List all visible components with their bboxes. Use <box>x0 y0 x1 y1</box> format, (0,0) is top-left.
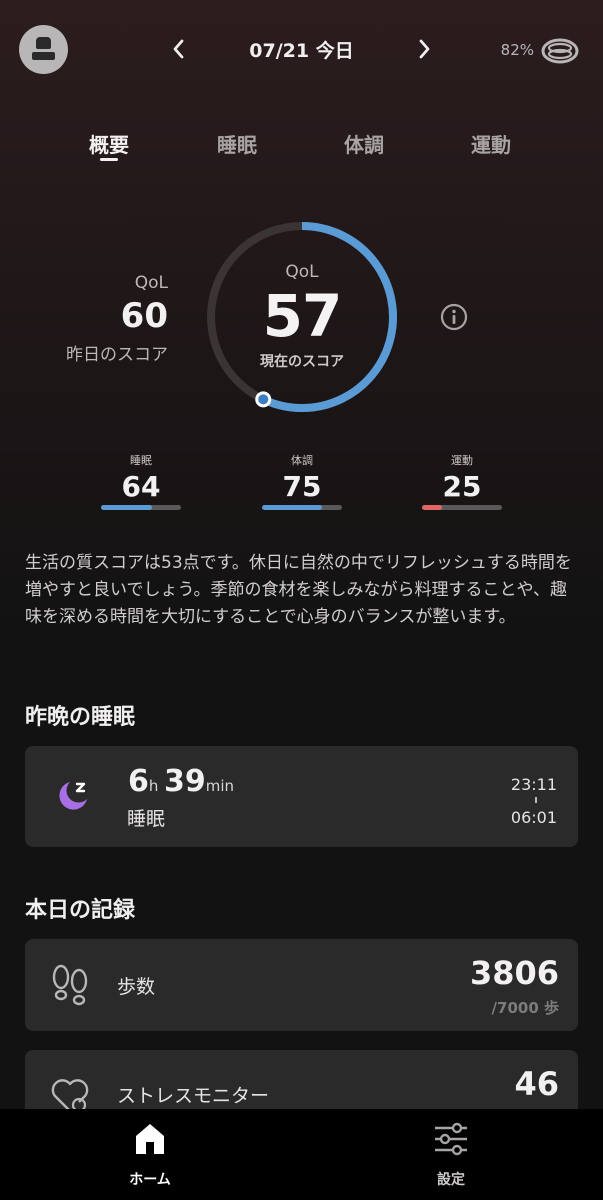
tab-condition[interactable]: 体調 <box>344 129 384 158</box>
subscore-value: 64 <box>121 470 161 503</box>
subscore-sleep[interactable]: 睡眠 64 <box>101 452 181 510</box>
yesterday-score-label: 昨日のスコア <box>66 345 168 365</box>
active-tab-indicator <box>100 158 118 161</box>
advice-text: 生活の質スコアは53点です。休日に自然の中でリフレッシュする時間を増やすと良いで… <box>25 553 572 627</box>
battery-level: 82% <box>500 41 534 59</box>
yesterday-score: 60 <box>120 296 168 336</box>
subscore-condition[interactable]: 体調 75 <box>262 452 342 510</box>
steps-value: 3806 <box>469 954 559 992</box>
sleep-hours-unit: h <box>148 777 159 795</box>
prev-day-button[interactable] <box>164 34 194 64</box>
yesterday-qol-label: QoL <box>134 273 168 293</box>
sleep-duration: 6h 39min <box>128 764 234 799</box>
records-section-title: 本日の記録 <box>25 898 136 923</box>
home-icon <box>136 1124 164 1154</box>
steps-label: 歩数 <box>117 976 156 998</box>
current-score-label: 現在のスコア <box>260 354 344 370</box>
sliders-icon <box>435 1122 467 1156</box>
subscore-bar <box>422 505 502 510</box>
sleep-section-title: 昨晩の睡眠 <box>25 705 136 730</box>
subscore-bar-fill <box>101 505 153 510</box>
current-qol-label: QoL <box>285 262 319 282</box>
sleep-time-divider <box>535 797 537 803</box>
user-avatar[interactable] <box>19 25 68 74</box>
subscore-label: 睡眠 <box>130 454 152 467</box>
subscore-bar-fill <box>422 505 442 510</box>
steps-target: /7000 歩 <box>491 999 559 1017</box>
sleep-end-time: 06:01 <box>510 808 557 827</box>
chevron-left-icon <box>173 39 184 59</box>
info-icon[interactable] <box>440 303 468 331</box>
sleep-label: 睡眠 <box>127 808 166 830</box>
current-score: 57 <box>262 282 343 350</box>
subscore-bar <box>262 505 342 510</box>
tab-exercise[interactable]: 運動 <box>471 129 511 158</box>
tab-sleep[interactable]: 睡眠 <box>217 129 257 158</box>
nav-home-label: ホーム <box>129 1172 171 1188</box>
chevron-right-icon <box>419 39 430 59</box>
sleep-minutes-unit: min <box>205 777 235 795</box>
nav-settings[interactable]: 設定 <box>391 1109 511 1200</box>
tab-overview[interactable]: 概要 <box>89 129 129 158</box>
moon-zz-icon <box>55 778 91 814</box>
nav-settings-label: 設定 <box>437 1172 465 1188</box>
subscore-value: 75 <box>282 470 322 503</box>
subscore-exercise[interactable]: 運動 25 <box>422 452 502 510</box>
subscore-value: 25 <box>442 470 482 503</box>
avatar-head <box>36 37 51 49</box>
subscore-label: 運動 <box>451 454 473 467</box>
nav-home[interactable]: ホーム <box>90 1109 210 1200</box>
gauge-knob-center <box>258 394 269 405</box>
subscore-bar-fill <box>262 505 322 510</box>
sleep-minutes: 39 <box>163 764 206 799</box>
subscore-label: 体調 <box>291 454 313 467</box>
date-label[interactable]: 07/21 今日 <box>200 36 403 63</box>
sleep-start-time: 23:11 <box>510 775 557 794</box>
bottom-navigation: ホーム 設定 <box>0 1109 603 1200</box>
stress-label: ストレスモニター <box>117 1085 270 1107</box>
stress-value: 46 <box>514 1065 559 1103</box>
ring-device-icon[interactable] <box>540 36 580 66</box>
footprints-icon <box>48 962 92 1008</box>
avatar-body <box>32 52 55 60</box>
sleep-card[interactable] <box>25 746 578 847</box>
next-day-button[interactable] <box>409 34 439 64</box>
sleep-hours: 6 <box>128 764 149 799</box>
subscore-bar <box>101 505 181 510</box>
